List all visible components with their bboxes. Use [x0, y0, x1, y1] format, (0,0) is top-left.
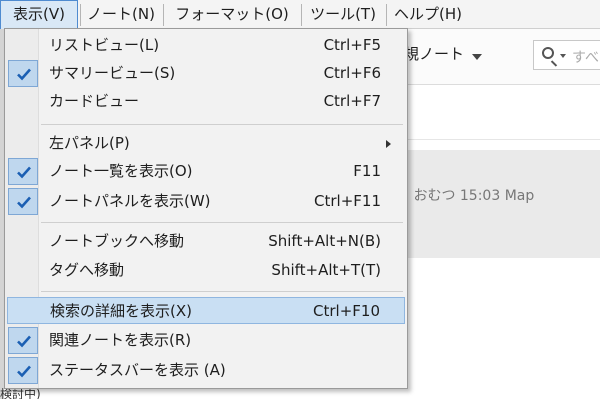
menu-item-label: ステータスバーを表示 (A): [49, 361, 226, 379]
menu-item-shortcut: Ctrl+F5: [323, 36, 381, 54]
menu-view[interactable]: 表示(V): [0, 0, 78, 29]
menu-item-left-panel[interactable]: 左パネル(P): [7, 130, 405, 157]
chevron-down-icon[interactable]: [472, 54, 482, 60]
menu-item-summary-view[interactable]: サマリービュー(S) Ctrl+F6: [7, 60, 405, 87]
menu-separator: [41, 222, 403, 223]
checkmark-icon: [8, 357, 38, 384]
menu-item-shortcut: Shift+Alt+N(B): [268, 232, 381, 250]
menu-item-go-to-notebook[interactable]: ノートブックへ移動 Shift+Alt+N(B): [7, 228, 405, 255]
menu-separator: [41, 291, 403, 292]
menu-item-shortcut: Ctrl+F7: [323, 92, 381, 110]
menu-item-shortcut: Shift+Alt+T(T): [271, 261, 381, 279]
menu-item-shortcut: Ctrl+F10: [313, 302, 380, 320]
menu-item-label: タグへ移動: [49, 261, 125, 279]
menubar-divider: [386, 4, 387, 26]
menu-tools[interactable]: ツール(T): [303, 0, 383, 29]
menu-item-label: ノート一覧を表示(O): [49, 162, 193, 180]
submenu-arrow-icon: [386, 140, 391, 148]
menu-item-label: ノートパネルを表示(W): [49, 192, 211, 210]
menu-item-label: カードビュー: [49, 92, 140, 110]
view-menu-dropdown: リストビュー(L) Ctrl+F5 サマリービュー(S) Ctrl+F6 カード…: [4, 28, 408, 389]
menu-item-show-search-details[interactable]: 検索の詳細を表示(X) Ctrl+F10: [7, 297, 405, 324]
checkmark-icon: [8, 188, 38, 215]
menu-help[interactable]: ヘルプ(H): [388, 0, 468, 29]
checkmark-icon: [8, 327, 38, 354]
menu-item-shortcut: F11: [353, 162, 381, 180]
menu-item-label: 関連ノートを表示(R): [49, 331, 192, 349]
menu-item-card-view[interactable]: カードビュー Ctrl+F7: [7, 88, 405, 115]
menu-item-label: 検索の詳細を表示(X): [50, 302, 192, 320]
search-input[interactable]: すべ: [533, 40, 600, 70]
menu-item-label: リストビュー(L): [49, 36, 160, 54]
menu-item-go-to-tag[interactable]: タグへ移動 Shift+Alt+T(T): [7, 257, 405, 284]
menu-separator: [41, 124, 403, 125]
menu-note[interactable]: ノート(N): [82, 0, 160, 29]
menu-item-show-status-bar[interactable]: ステータスバーを表示 (A): [7, 357, 405, 384]
menu-item-show-note-list[interactable]: ノート一覧を表示(O) F11: [7, 158, 405, 185]
menu-item-shortcut: Ctrl+F6: [323, 64, 381, 82]
checkmark-icon: [8, 158, 38, 185]
menu-item-label: サマリービュー(S): [49, 64, 176, 82]
note-meta: 》 おむつ 15:03 Map: [395, 188, 535, 204]
search-placeholder: すべ: [572, 50, 600, 66]
search-icon: [542, 47, 554, 59]
menu-item-shortcut: Ctrl+F11: [314, 192, 381, 210]
menu-item-label: ノートブックへ移動: [49, 232, 185, 250]
menu-format[interactable]: フォーマット(O): [165, 0, 299, 29]
menu-item-label: 左パネル(P): [49, 134, 130, 152]
search-options-icon[interactable]: [560, 54, 566, 58]
checkmark-icon: [8, 60, 38, 87]
menubar-divider: [80, 4, 81, 26]
menubar: 表示(V) ノート(N) フォーマット(O) ツール(T) ヘルプ(H): [0, 0, 600, 29]
menu-item-list-view[interactable]: リストビュー(L) Ctrl+F5: [7, 32, 405, 59]
status-fragment: 検討中): [0, 388, 40, 399]
new-note-button[interactable]: 規ノート: [404, 43, 464, 64]
menu-item-show-related-notes[interactable]: 関連ノートを表示(R): [7, 327, 405, 354]
menubar-divider: [163, 4, 164, 26]
menu-item-show-note-panel[interactable]: ノートパネルを表示(W) Ctrl+F11: [7, 188, 405, 215]
menubar-divider: [301, 4, 302, 26]
